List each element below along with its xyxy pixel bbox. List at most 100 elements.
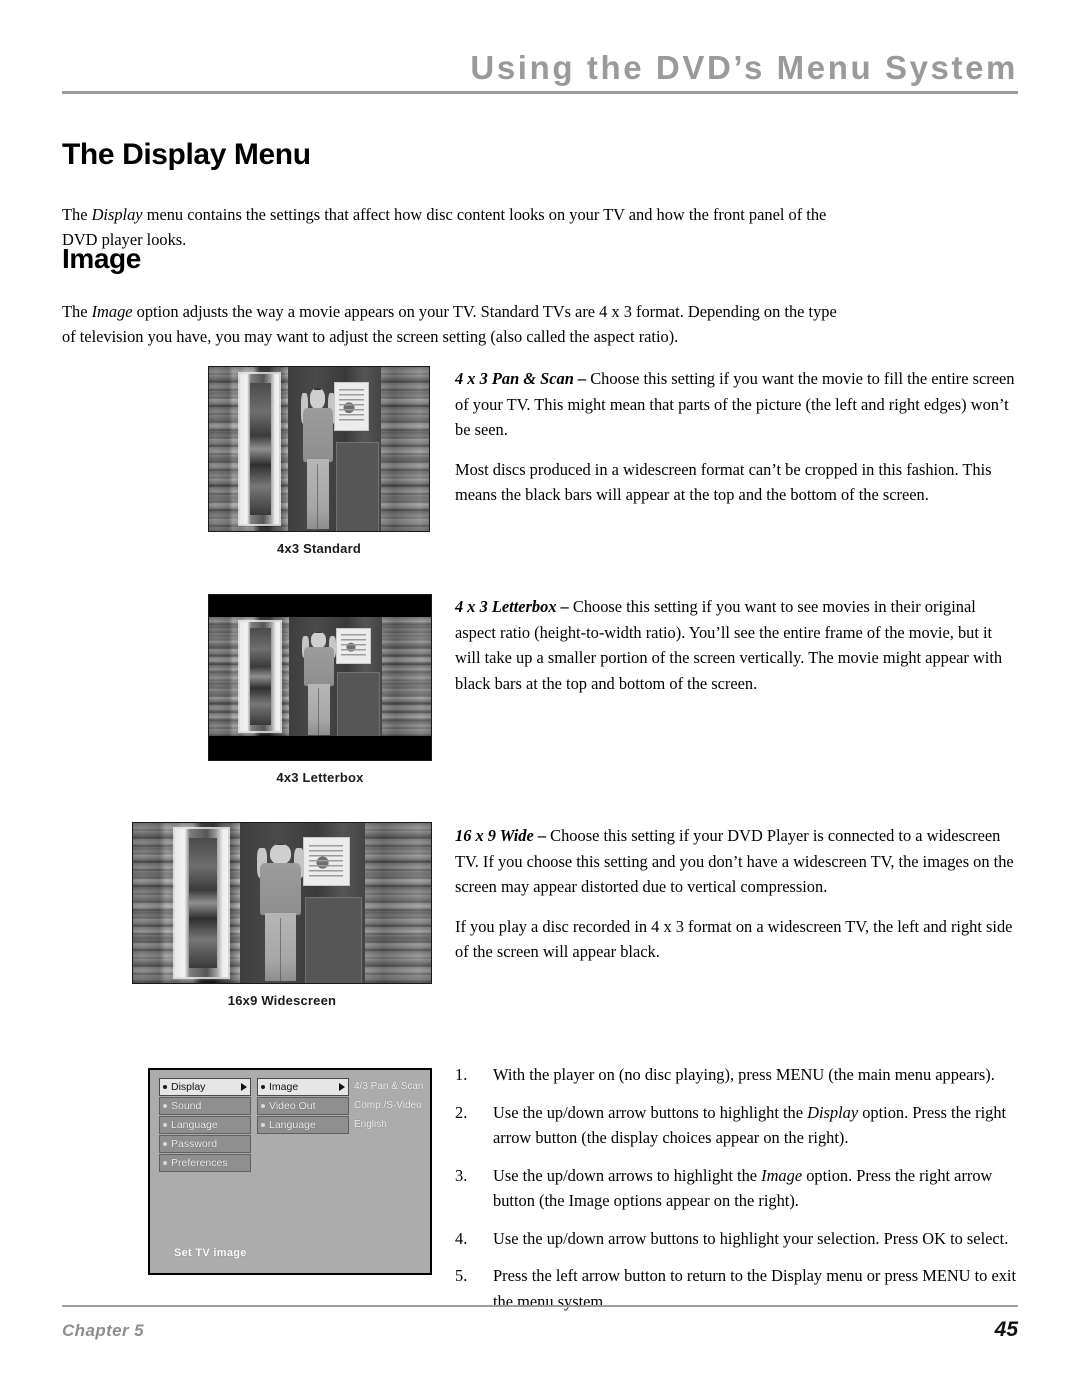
description-paragraph-2: Most discs produced in a widescreen form… — [455, 459, 992, 505]
image-emphasis: Image — [91, 302, 133, 322]
footer-divider — [62, 1305, 1018, 1307]
photo-frame-letterbox — [208, 594, 432, 761]
bullet-icon — [163, 1141, 167, 1146]
description-letterbox: 4 x 3 Letterbox – Choose this setting if… — [455, 594, 1020, 696]
letterbox-bar-bottom — [209, 736, 431, 760]
figure-caption: 4x3 Standard — [276, 541, 362, 556]
image-text-pre: The — [62, 302, 92, 322]
photo-scene-letterbox — [209, 617, 431, 738]
figure-16x9-widescreen: 16x9 Widescreen — [132, 822, 432, 1008]
bullet-icon — [261, 1103, 265, 1108]
description-widescreen: 16 x 9 Wide – Choose this setting if you… — [455, 823, 1020, 965]
bullet-icon — [163, 1103, 167, 1108]
person-head — [310, 388, 326, 410]
step-text-pre: Press the left arrow button to return to… — [493, 1266, 1017, 1311]
description-paragraph: 4 x 3 Letterbox – Choose this setting if… — [455, 594, 1020, 696]
osd-item-display[interactable]: Display — [159, 1078, 251, 1096]
osd-item-label: Sound — [171, 1099, 202, 1112]
figure-4x3-standard: 4x3 Standard — [208, 366, 430, 556]
window-detail — [240, 621, 281, 732]
page-header: Using the DVD’s Menu System — [62, 48, 1018, 100]
section-heading-image: Image — [62, 243, 141, 274]
step-number: 4. — [455, 1228, 468, 1248]
intro-text-pre: The — [62, 205, 92, 225]
poster-detail — [302, 837, 350, 886]
header-divider — [62, 91, 1018, 94]
osd-item-label: Image — [269, 1080, 299, 1093]
description-lead: 4 x 3 Letterbox – — [455, 597, 573, 616]
osd-item-preferences[interactable]: Preferences — [159, 1154, 251, 1172]
osd-item-language[interactable]: Language — [159, 1116, 251, 1134]
page-number: 45 — [994, 1318, 1018, 1341]
step-number: 2. — [455, 1102, 468, 1122]
osd-item-label: Preferences — [171, 1156, 228, 1169]
person-figure — [300, 632, 338, 735]
osd-item-video-out[interactable]: Video Out — [257, 1097, 349, 1115]
step-number: 1. — [455, 1065, 468, 1084]
page-footer: Chapter 5 45 — [62, 1305, 1018, 1342]
page-title: Using the DVD’s Menu System — [470, 49, 1018, 86]
person-hair — [315, 632, 323, 634]
person-head — [311, 632, 327, 648]
photo-scene-standard — [209, 367, 429, 531]
osd-item-submenu-language[interactable]: Language — [257, 1116, 349, 1134]
description-lead: 4 x 3 Pan & Scan – — [455, 369, 591, 388]
photo-frame-widescreen — [132, 822, 432, 984]
person-hair — [314, 388, 322, 390]
bullet-icon — [261, 1122, 265, 1127]
list-item: 2. Use the up/down arrow buttons to high… — [455, 1100, 1025, 1151]
footer-row: Chapter 5 45 — [62, 1318, 1018, 1342]
osd-main-menu-column: Display Sound Language Password Preferen… — [159, 1078, 251, 1173]
instruction-steps-list: 1. With the player on (no disc playing),… — [455, 1062, 1025, 1314]
person-torso — [302, 408, 333, 462]
image-text-post: option adjusts the way a movie appears o… — [62, 302, 837, 347]
person-figure — [299, 388, 336, 530]
list-item: 3. Use the up/down arrows to highlight t… — [455, 1163, 1025, 1214]
description-lead: 16 x 9 Wide – — [455, 826, 551, 845]
chapter-label: Chapter 5 — [62, 1321, 145, 1340]
person-torso — [303, 646, 334, 686]
bullet-icon — [163, 1084, 167, 1089]
description-pan-and-scan: 4 x 3 Pan & Scan – Choose this setting i… — [455, 366, 1020, 508]
poster-detail — [334, 381, 370, 432]
osd-value-image: 4/3 Pan & Scan — [354, 1081, 424, 1093]
window-detail — [239, 373, 280, 525]
osd-item-label: Password — [171, 1137, 218, 1150]
description-paragraph: 16 x 9 Wide – Choose this setting if you… — [455, 823, 1020, 900]
osd-help-text: Set TV image — [174, 1247, 247, 1259]
osd-item-label: Video Out — [269, 1099, 316, 1112]
osd-item-label: Language — [171, 1118, 218, 1131]
person-head — [270, 843, 291, 865]
osd-item-label: Language — [269, 1118, 316, 1131]
photo-scene-widescreen — [133, 823, 431, 983]
osd-item-sound[interactable]: Sound — [159, 1097, 251, 1115]
osd-item-label: Display — [171, 1080, 206, 1093]
person-legs — [307, 683, 331, 735]
osd-values-column: 4/3 Pan & Scan Comp./S-Video English — [354, 1078, 432, 1135]
intro-text-post: menu contains the settings that affect h… — [62, 205, 827, 250]
description-paragraph-2: If you play a disc recorded in 4 x 3 for… — [455, 916, 1013, 962]
description-paragraph: 4 x 3 Pan & Scan – Choose this setting i… — [455, 366, 1020, 443]
osd-item-image[interactable]: Image — [257, 1078, 349, 1096]
figure-caption: 16x9 Widescreen — [227, 993, 337, 1008]
osd-value-language: English — [354, 1119, 387, 1131]
section-heading-display-menu: The Display Menu — [62, 138, 311, 171]
step-text: Use the up/down arrows to highlight the … — [493, 1163, 1025, 1214]
intro-paragraph: The Display menu contains the settings t… — [62, 202, 852, 252]
window-detail — [174, 829, 229, 977]
osd-value-video-out: Comp./S-Video — [354, 1100, 422, 1112]
intro-emphasis: Display — [91, 205, 143, 225]
step-emphasis: Image — [761, 1165, 803, 1185]
person-legs — [265, 912, 296, 982]
person-figure — [255, 843, 306, 982]
letterbox-bar-top — [209, 595, 431, 617]
photo-frame-standard — [208, 366, 430, 532]
step-text: With the player on (no disc playing), pr… — [493, 1062, 1025, 1088]
person-legs — [306, 458, 330, 530]
osd-item-password[interactable]: Password — [159, 1135, 251, 1153]
step-number: 3. — [455, 1165, 468, 1185]
figure-caption: 4x3 Letterbox — [276, 770, 364, 785]
step-text-pre: With the player on (no disc playing), pr… — [493, 1065, 995, 1084]
chevron-right-icon — [339, 1082, 345, 1091]
poster-detail — [335, 627, 371, 665]
